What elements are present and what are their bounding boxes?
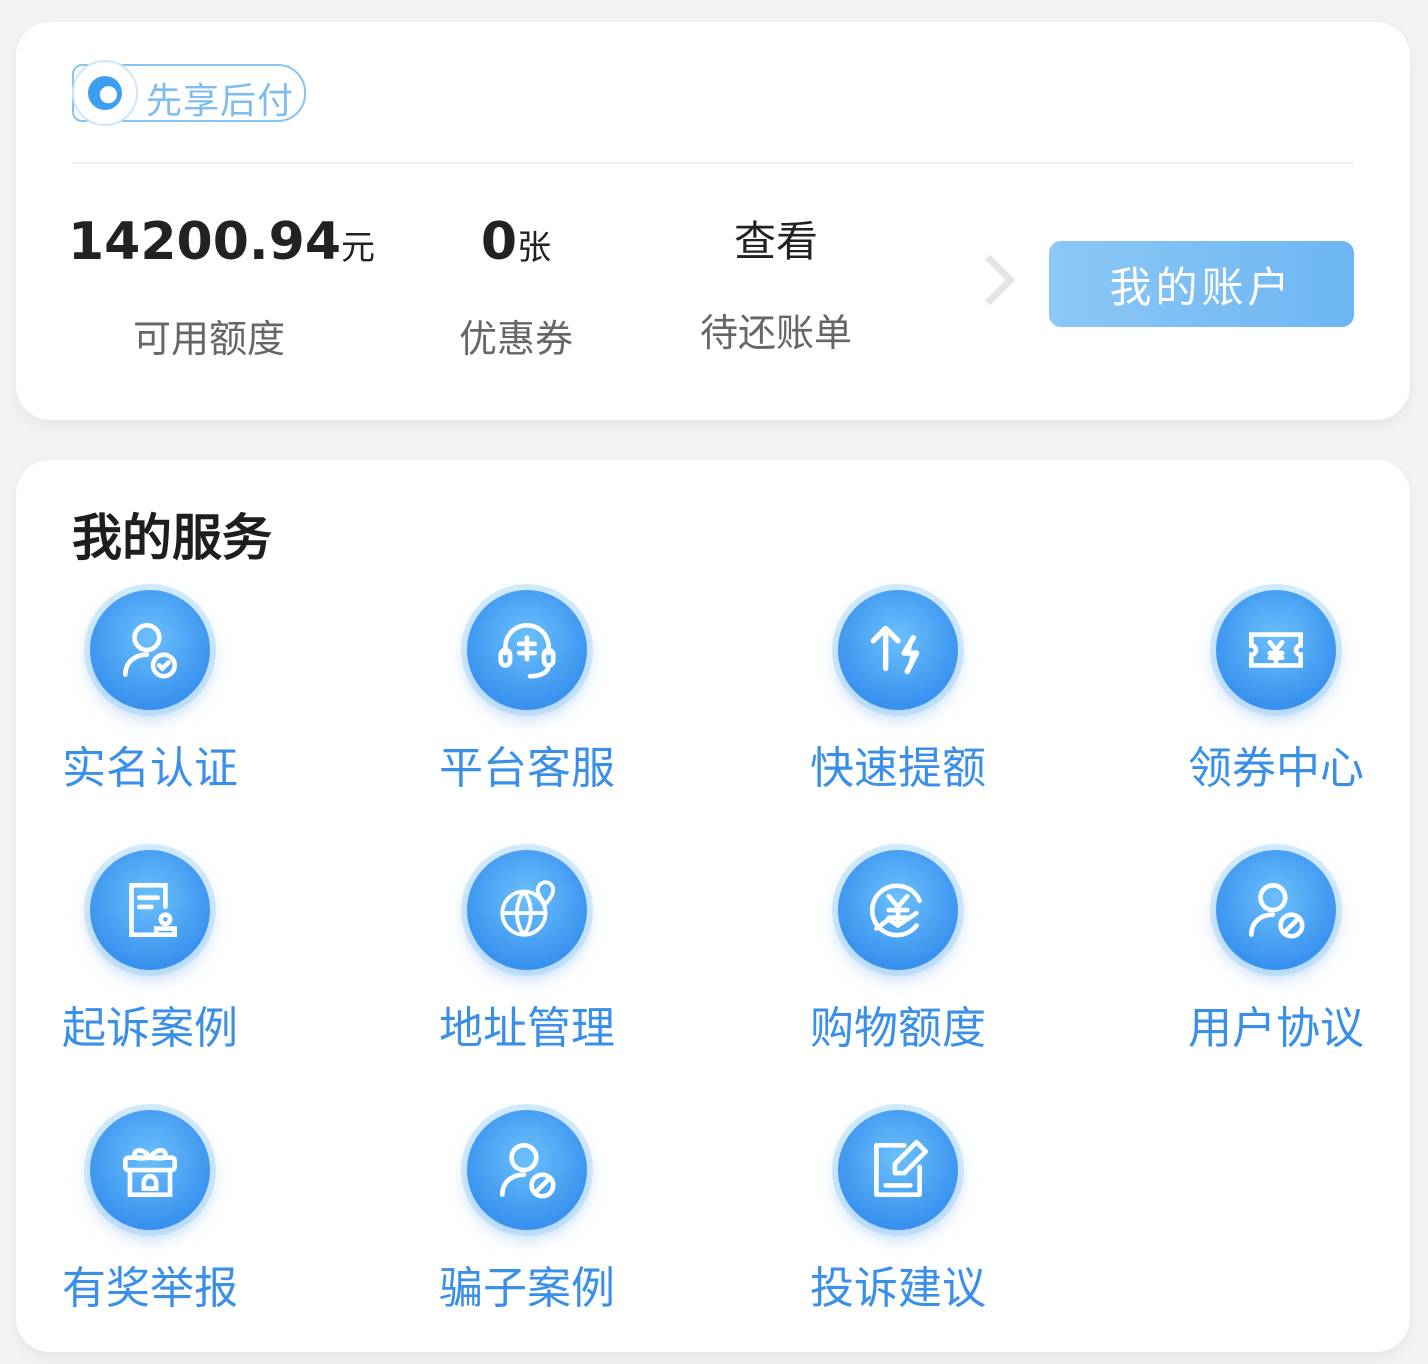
account-card: 先享后付 14200.94元 可用额度 0张 优惠券 查看 待还账单 我的账户	[16, 22, 1410, 420]
document-stamp-icon	[90, 850, 210, 970]
user-block-icon	[1216, 850, 1336, 970]
chevron-right-icon	[964, 254, 1016, 306]
service-address-management[interactable]: 地址管理	[377, 850, 677, 1056]
service-label: 购物额度	[810, 1003, 986, 1054]
service-user-agreement[interactable]: 用户协议	[1126, 850, 1426, 1056]
yen-refresh-icon	[838, 850, 958, 970]
available-limit-unit: 元	[341, 228, 376, 268]
badge-label: 先享后付	[146, 81, 295, 122]
headset-icon	[467, 590, 587, 710]
service-label: 投诉建议	[810, 1263, 986, 1314]
service-shopping-limit[interactable]: 购物额度	[748, 850, 1048, 1056]
services-card: 我的服务 实名认证 平台客服 快速提额 领券中心 起诉案例 地址管理 购物额度 …	[16, 460, 1410, 1352]
ticket-yen-icon	[1216, 590, 1336, 710]
globe-pin-icon	[467, 850, 587, 970]
user-block-icon	[467, 1110, 587, 1230]
coupon-label: 优惠券	[458, 317, 573, 361]
user-verified-icon	[90, 590, 210, 710]
service-reward-report[interactable]: 有奖举报	[0, 1110, 300, 1316]
service-complaints[interactable]: 投诉建议	[748, 1110, 1048, 1316]
gift-box-icon	[90, 1110, 210, 1230]
divider	[72, 162, 1354, 164]
service-label: 骗子案例	[439, 1263, 615, 1314]
service-customer-support[interactable]: 平台客服	[377, 590, 677, 796]
drop-logo-icon	[72, 60, 138, 126]
service-label: 快速提额	[810, 743, 986, 794]
service-label: 用户协议	[1188, 1003, 1364, 1054]
available-limit-label: 可用额度	[132, 317, 285, 361]
available-limit-value: 14200.94	[68, 212, 342, 272]
coupon-count: 0	[480, 212, 518, 272]
arrow-lightning-icon	[838, 590, 958, 710]
service-label: 地址管理	[439, 1003, 615, 1054]
services-title: 我的服务	[72, 509, 272, 567]
service-label: 领券中心	[1188, 743, 1364, 794]
service-coupon-center[interactable]: 领券中心	[1126, 590, 1426, 796]
service-real-name[interactable]: 实名认证	[0, 590, 300, 796]
coupon-unit: 张	[517, 228, 552, 268]
pay-later-badge: 先享后付	[72, 60, 306, 126]
pending-bill-view: 查看	[733, 217, 818, 266]
service-label: 平台客服	[439, 743, 615, 794]
my-account-button[interactable]: 我的账户	[1049, 241, 1354, 327]
pending-bill-label: 待还账单	[699, 311, 852, 355]
service-label: 有奖举报	[62, 1263, 238, 1314]
service-scam-cases[interactable]: 骗子案例	[377, 1110, 677, 1316]
service-label: 实名认证	[62, 743, 238, 794]
service-quick-increase[interactable]: 快速提额	[748, 590, 1048, 796]
service-lawsuit-cases[interactable]: 起诉案例	[0, 850, 300, 1056]
coupon-stat[interactable]: 0张 优惠券	[426, 212, 606, 363]
available-limit-stat[interactable]: 14200.94元 可用额度	[68, 212, 375, 363]
pending-bill-stat[interactable]: 查看 待还账单	[676, 212, 876, 357]
edit-note-icon	[838, 1110, 958, 1230]
service-label: 起诉案例	[62, 1003, 238, 1054]
